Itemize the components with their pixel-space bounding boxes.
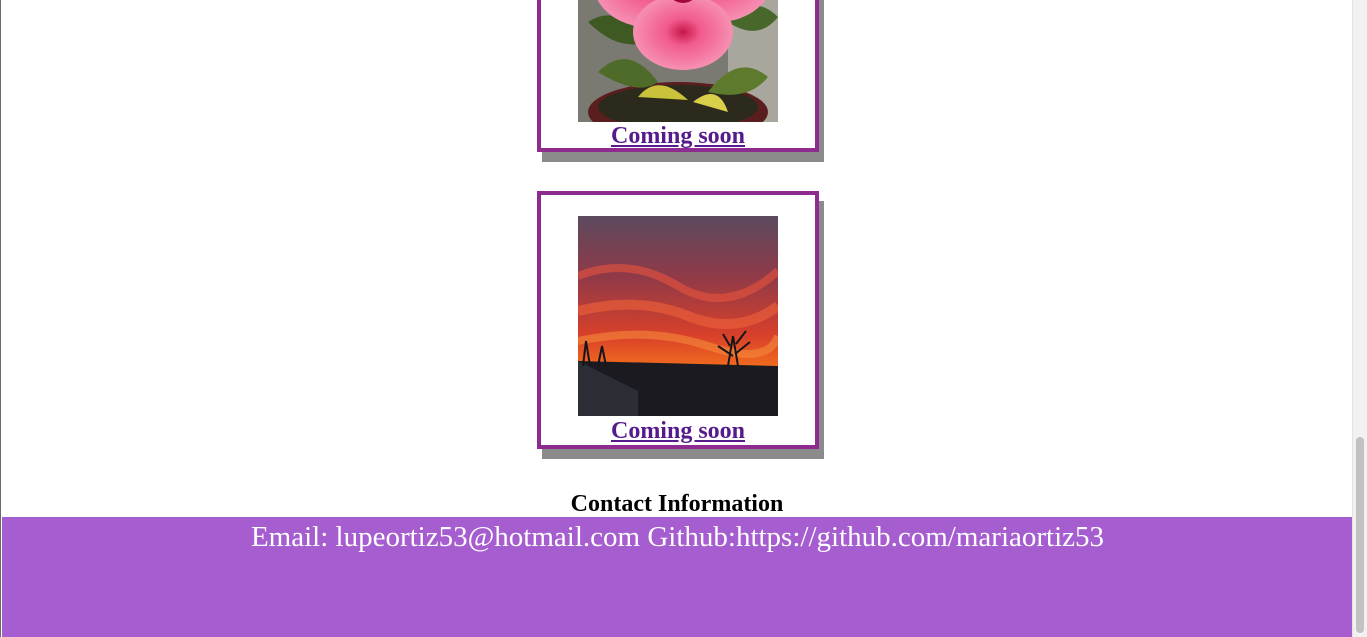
- sunset-photo: [578, 216, 778, 416]
- footer: Email: lupeortiz53@hotmail.com Github:ht…: [2, 517, 1352, 637]
- vertical-scrollbar[interactable]: [1352, 0, 1367, 637]
- contact-heading: Contact Information: [570, 491, 784, 517]
- footer-contact-text: Email: lupeortiz53@hotmail.com Github:ht…: [250, 521, 1105, 553]
- coming-soon-link[interactable]: Coming soon: [541, 122, 815, 150]
- gallery-card: Coming soon: [537, 191, 819, 449]
- page-content: Coming soon Coming soon Contact Informat…: [0, 0, 1352, 637]
- coming-soon-link[interactable]: Coming soon: [541, 417, 815, 445]
- scrollbar-thumb[interactable]: [1356, 437, 1364, 633]
- hibiscus-photo: [578, 0, 778, 122]
- gallery-card: Coming soon: [537, 0, 819, 152]
